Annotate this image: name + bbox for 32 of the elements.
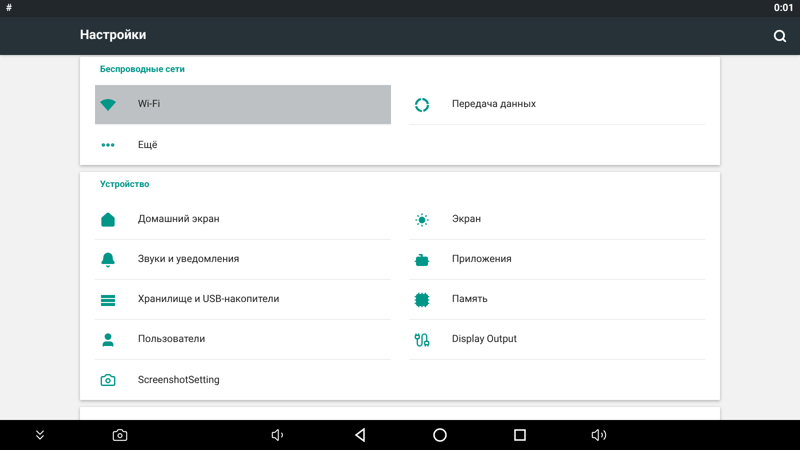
settings-item[interactable]: Память [409,280,705,320]
user-icon [100,332,116,348]
settings-item[interactable]: Wi-Fi [95,85,391,125]
camera-icon[interactable] [112,427,128,443]
settings-item[interactable]: Звуки и уведомления [95,240,391,280]
status-time: 0:01 [774,2,794,16]
settings-item[interactable]: Экран [409,200,705,240]
cable-icon [414,332,430,348]
wifi-icon [100,96,116,112]
toolbar-title: Настройки [80,27,146,46]
camera-icon [100,372,116,388]
settings-item[interactable]: Передача данных [409,85,705,125]
settings-item[interactable]: Display Output [409,320,705,360]
recents-icon[interactable] [514,429,526,441]
section-header: Беспроводные сети [100,64,185,78]
circle-arcs-icon [414,96,430,112]
home-icon [100,212,116,228]
volume-up-icon[interactable] [591,427,607,443]
home-circle-icon[interactable] [433,428,447,442]
settings-item[interactable]: Приложения [409,240,705,280]
settings-item[interactable]: ScreenshotSetting [95,360,391,400]
settings-item[interactable]: Домашний экран [95,200,391,240]
settings-item[interactable]: Ещё [95,125,391,165]
status-indicator: # [6,2,12,16]
chip-icon [414,292,430,308]
section-header: Устройство [100,179,150,192]
bell-icon [100,252,116,268]
back-icon[interactable] [354,428,366,442]
settings-item[interactable]: Хранилище и USB-накопители [95,280,391,320]
settings-item[interactable]: Пользователи [95,320,391,360]
brightness-icon [414,212,430,228]
search-icon[interactable] [773,29,787,43]
